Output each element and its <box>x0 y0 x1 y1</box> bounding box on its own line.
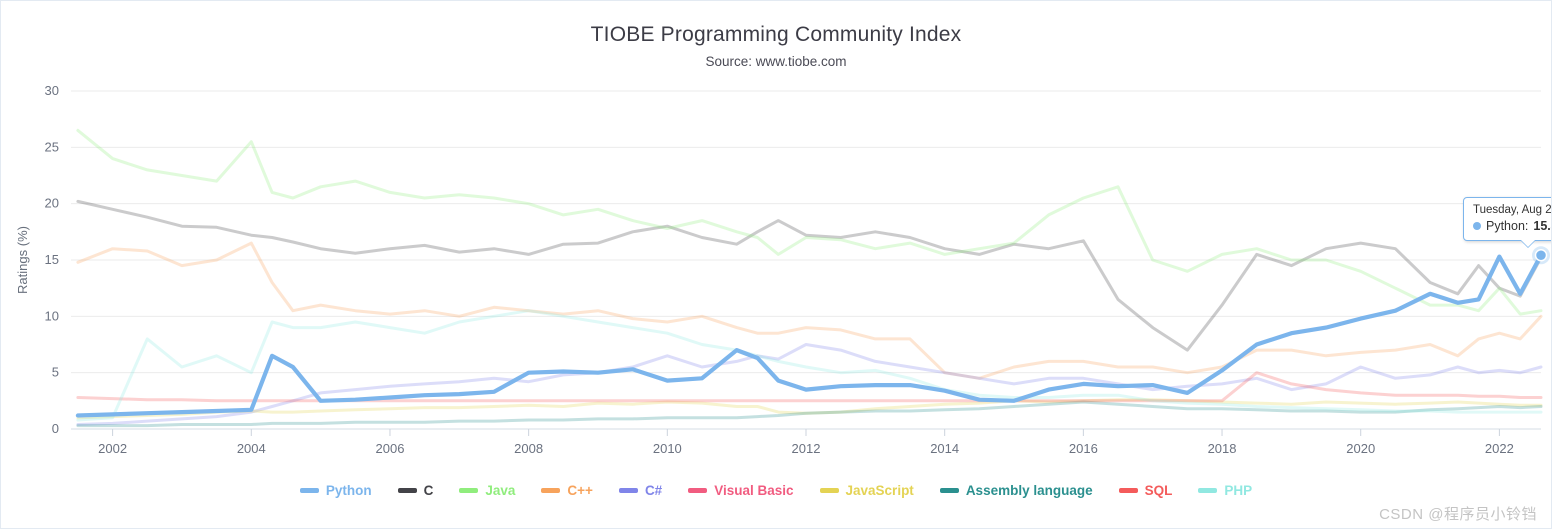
legend-label: Python <box>325 483 372 498</box>
x-tick-label: 2004 <box>237 441 266 456</box>
x-tick-label: 2022 <box>1485 441 1514 456</box>
y-tick-label: 15 <box>45 252 59 267</box>
legend-swatch <box>819 488 839 493</box>
legend-label: JavaScript <box>845 483 914 498</box>
y-axis-title: Ratings (%) <box>15 226 30 294</box>
legend-swatch <box>939 488 959 493</box>
legend-item-php[interactable]: PHP <box>1198 483 1252 498</box>
legend-swatch <box>1118 488 1138 493</box>
plot-area: 0 5 10 15 20 25 30 Ratings (%) 2002 2004 2006 2008 2… <box>1 1 1551 528</box>
legend-item-c-[interactable]: C++ <box>541 483 593 498</box>
legend-swatch <box>397 488 417 493</box>
legend-label: PHP <box>1224 483 1253 498</box>
legend-item-visual-basic[interactable]: Visual Basic <box>688 483 794 498</box>
legend-item-assembly-language[interactable]: Assembly language <box>939 483 1093 498</box>
legend-label: Assembly language <box>965 483 1093 498</box>
legend-label: SQL <box>1144 483 1173 498</box>
legend-label: Visual Basic <box>714 483 794 498</box>
x-tick-label: 2018 <box>1208 441 1237 456</box>
series-line-python[interactable] <box>75 253 1544 418</box>
legend-item-java[interactable]: Java <box>459 483 515 498</box>
y-tick-label: 25 <box>45 139 59 154</box>
x-tick-label: 2002 <box>98 441 127 456</box>
series-line-c-[interactable] <box>76 241 1543 380</box>
chart-page: TIOBE Programming Community Index Source… <box>0 0 1552 529</box>
x-tick-label: 2020 <box>1346 441 1375 456</box>
series-line-sql[interactable] <box>76 371 1543 403</box>
legend-item-c[interactable]: C <box>397 483 434 498</box>
y-tick-label: 5 <box>52 365 59 380</box>
y-tick-label: 0 <box>52 421 59 436</box>
x-tick-label: 2010 <box>653 441 682 456</box>
line-chart-svg: 0 5 10 15 20 25 30 Ratings (%) 2002 2004 2006 2008 2… <box>15 83 1550 456</box>
legend-item-c-[interactable]: C# <box>618 483 663 498</box>
tooltip-series-label: Python: <box>1486 219 1529 234</box>
legend-label: C <box>423 483 434 498</box>
chart-legend: Python C Java C++ C# Visual Basic JavaScript As… <box>1 483 1551 498</box>
highlighted-data-point[interactable] <box>1534 249 1548 262</box>
legend-item-sql[interactable]: SQL <box>1118 483 1173 498</box>
x-tick-label: 2006 <box>376 441 405 456</box>
python-tooltip: Tuesday, Aug 2, 2022 Python: 15.42% <box>1463 197 1552 248</box>
tooltip-series-dot <box>1473 222 1481 231</box>
watermark: CSDN @程序员小铃铛 <box>1379 506 1537 523</box>
series-line-assembly-language[interactable] <box>76 400 1543 428</box>
y-tick-label: 20 <box>45 196 59 211</box>
tooltip-series-value: 15.42% <box>1533 219 1551 234</box>
legend-swatch <box>1198 488 1218 493</box>
legend-swatch <box>688 488 708 493</box>
legend-label: Java <box>485 483 516 498</box>
legend-swatch <box>618 488 638 493</box>
legend-item-python[interactable]: Python <box>299 483 372 498</box>
legend-swatch <box>299 488 319 493</box>
tooltip-caret <box>1521 240 1536 248</box>
legend-swatch <box>541 488 561 493</box>
y-tick-label: 10 <box>45 308 59 323</box>
legend-item-javascript[interactable]: JavaScript <box>819 483 914 498</box>
x-tick-label: 2016 <box>1069 441 1098 456</box>
legend-swatch <box>459 488 479 493</box>
legend-label: C++ <box>567 483 593 498</box>
tooltip-date: Tuesday, Aug 2, 2022 <box>1473 204 1552 217</box>
x-tick-label: 2014 <box>930 441 959 456</box>
legend-label: C# <box>644 483 663 498</box>
tooltip-series-row: Python: 15.42% <box>1473 219 1551 234</box>
x-tick-label: 2012 <box>792 441 821 456</box>
y-tick-label: 30 <box>45 83 59 98</box>
x-tick-label: 2008 <box>514 441 543 456</box>
series-line-java[interactable] <box>76 128 1543 316</box>
